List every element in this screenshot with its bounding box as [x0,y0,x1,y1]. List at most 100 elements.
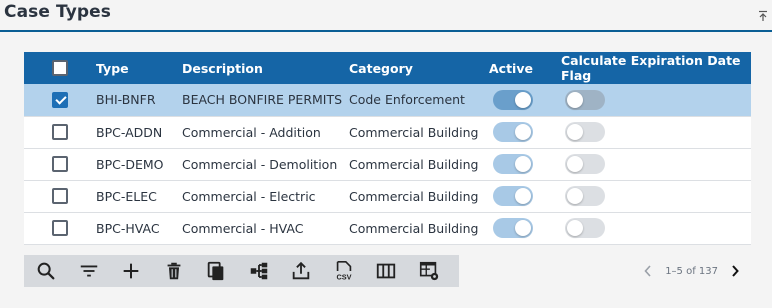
calc-exp-flag-toggle[interactable] [565,218,605,238]
calc-exp-flag-toggle[interactable] [565,89,605,110]
chevron-right-icon [732,265,739,277]
active-toggle[interactable] [493,89,533,110]
csv-export-button[interactable]: CSV [322,255,366,287]
column-header-category[interactable]: Category [349,52,489,84]
toggle-knob [515,188,531,204]
cell-calc-exp-flag [561,84,751,116]
row-select-cell [24,116,96,148]
column-header-type[interactable]: Type [96,52,182,84]
calc-exp-flag-toggle[interactable] [565,186,605,206]
copy-button[interactable] [194,255,238,287]
table-row[interactable]: BPC-ADDN Commercial - Addition Commercial … [24,116,751,148]
cell-category: Commercial Building [349,220,479,236]
title-divider [0,30,772,32]
collapse-icon[interactable] [758,10,768,22]
cell-description: Commercial - Demolition [182,156,338,172]
copy-icon [207,261,224,281]
toggle-knob [515,156,531,172]
filter-icon [80,265,97,277]
table-row[interactable]: BPC-HVAC Commercial - HVAC Commercial Buil… [24,212,751,244]
row-checkbox[interactable] [52,91,68,108]
cell-description: Commercial - Electric [182,188,316,204]
toggle-knob [515,124,531,140]
calc-exp-flag-toggle[interactable] [565,122,605,142]
select-all-checkbox[interactable] [52,60,68,76]
cell-type: BPC-DEMO [96,156,164,172]
row-checkbox[interactable] [52,220,68,236]
cell-type: BHI-BNFR [96,92,156,108]
cell-calc-exp-flag [561,116,751,148]
select-all-cell [24,52,96,84]
case-types-grid: Type Description Category Active Calcula… [24,52,751,245]
csv-icon-label: CSV [336,272,351,281]
row-checkbox[interactable] [52,188,68,204]
cell-category: Commercial Building [349,124,479,140]
grid-toolbar: CSV [24,255,459,287]
table-row[interactable]: BHI-BNFR BEACH BONFIRE PERMITS Code Enforc… [24,84,751,116]
cell-active [489,212,561,244]
toggle-knob [515,91,531,108]
columns-icon [376,263,396,279]
cell-type: BPC-HVAC [96,220,160,236]
cell-calc-exp-flag [561,148,751,180]
previous-page-button[interactable] [641,262,655,280]
cell-active [489,84,561,116]
cell-category: Code Enforcement [349,92,465,108]
grid-settings-icon [419,261,438,281]
cell-description: Commercial - Addition [182,124,321,140]
next-page-button[interactable] [728,262,742,280]
delete-icon [167,262,180,280]
search-button[interactable] [24,255,68,287]
page-title: Case Types [4,2,111,22]
column-header-active[interactable]: Active [489,52,561,84]
hierarchy-icon [250,262,267,280]
table-row[interactable]: BPC-DEMO Commercial - Demolition Commercia… [24,148,751,180]
title-bar: Case Types [0,0,772,32]
cell-active [489,180,561,212]
filter-button[interactable] [67,255,111,287]
calc-exp-flag-toggle[interactable] [565,154,605,174]
toggle-knob [567,91,583,108]
toggle-knob [567,124,583,140]
active-toggle[interactable] [493,218,533,238]
grid-header-row: Type Description Category Active Calcula… [24,52,751,84]
active-toggle[interactable] [493,154,533,174]
columns-button[interactable] [364,255,408,287]
delete-button[interactable] [152,255,196,287]
column-header-description[interactable]: Description [182,52,349,84]
grid-settings-button[interactable] [407,255,451,287]
add-button[interactable] [109,255,153,287]
table-row[interactable]: BPC-ELEC Commercial - Electric Commercial … [24,180,751,212]
cell-calc-exp-flag [561,212,751,244]
cell-type: BPC-ADDN [96,124,163,140]
export-icon [292,261,310,280]
pager-info: 1–5 of 137 [665,265,718,277]
row-select-cell [24,148,96,180]
cell-type: BPC-ELEC [96,188,157,204]
cell-category: Commercial Building [349,156,479,172]
row-select-cell [24,180,96,212]
cell-description: BEACH BONFIRE PERMITS [182,92,343,108]
active-toggle[interactable] [493,122,533,142]
pager: 1–5 of 137 [641,262,742,280]
row-checkbox[interactable] [52,124,68,140]
add-icon [123,263,139,279]
toggle-knob [567,188,583,204]
search-icon [37,262,55,280]
row-checkbox[interactable] [52,156,68,172]
column-header-calc-exp-flag[interactable]: Calculate Expiration Date Flag [561,52,751,84]
cell-description: Commercial - HVAC [182,220,304,236]
hierarchy-button[interactable] [237,255,281,287]
toggle-knob [515,220,531,236]
toggle-knob [567,220,583,236]
toggle-knob [567,156,583,172]
cell-active [489,116,561,148]
active-toggle[interactable] [493,186,533,206]
chevron-left-icon [644,265,651,277]
csv-icon: CSV [336,261,351,281]
case-types-panel: Case Types Type Description Category Act… [0,0,772,308]
export-button[interactable] [279,255,323,287]
row-select-cell [24,212,96,244]
cell-category: Commercial Building [349,188,479,204]
cell-calc-exp-flag [561,180,751,212]
